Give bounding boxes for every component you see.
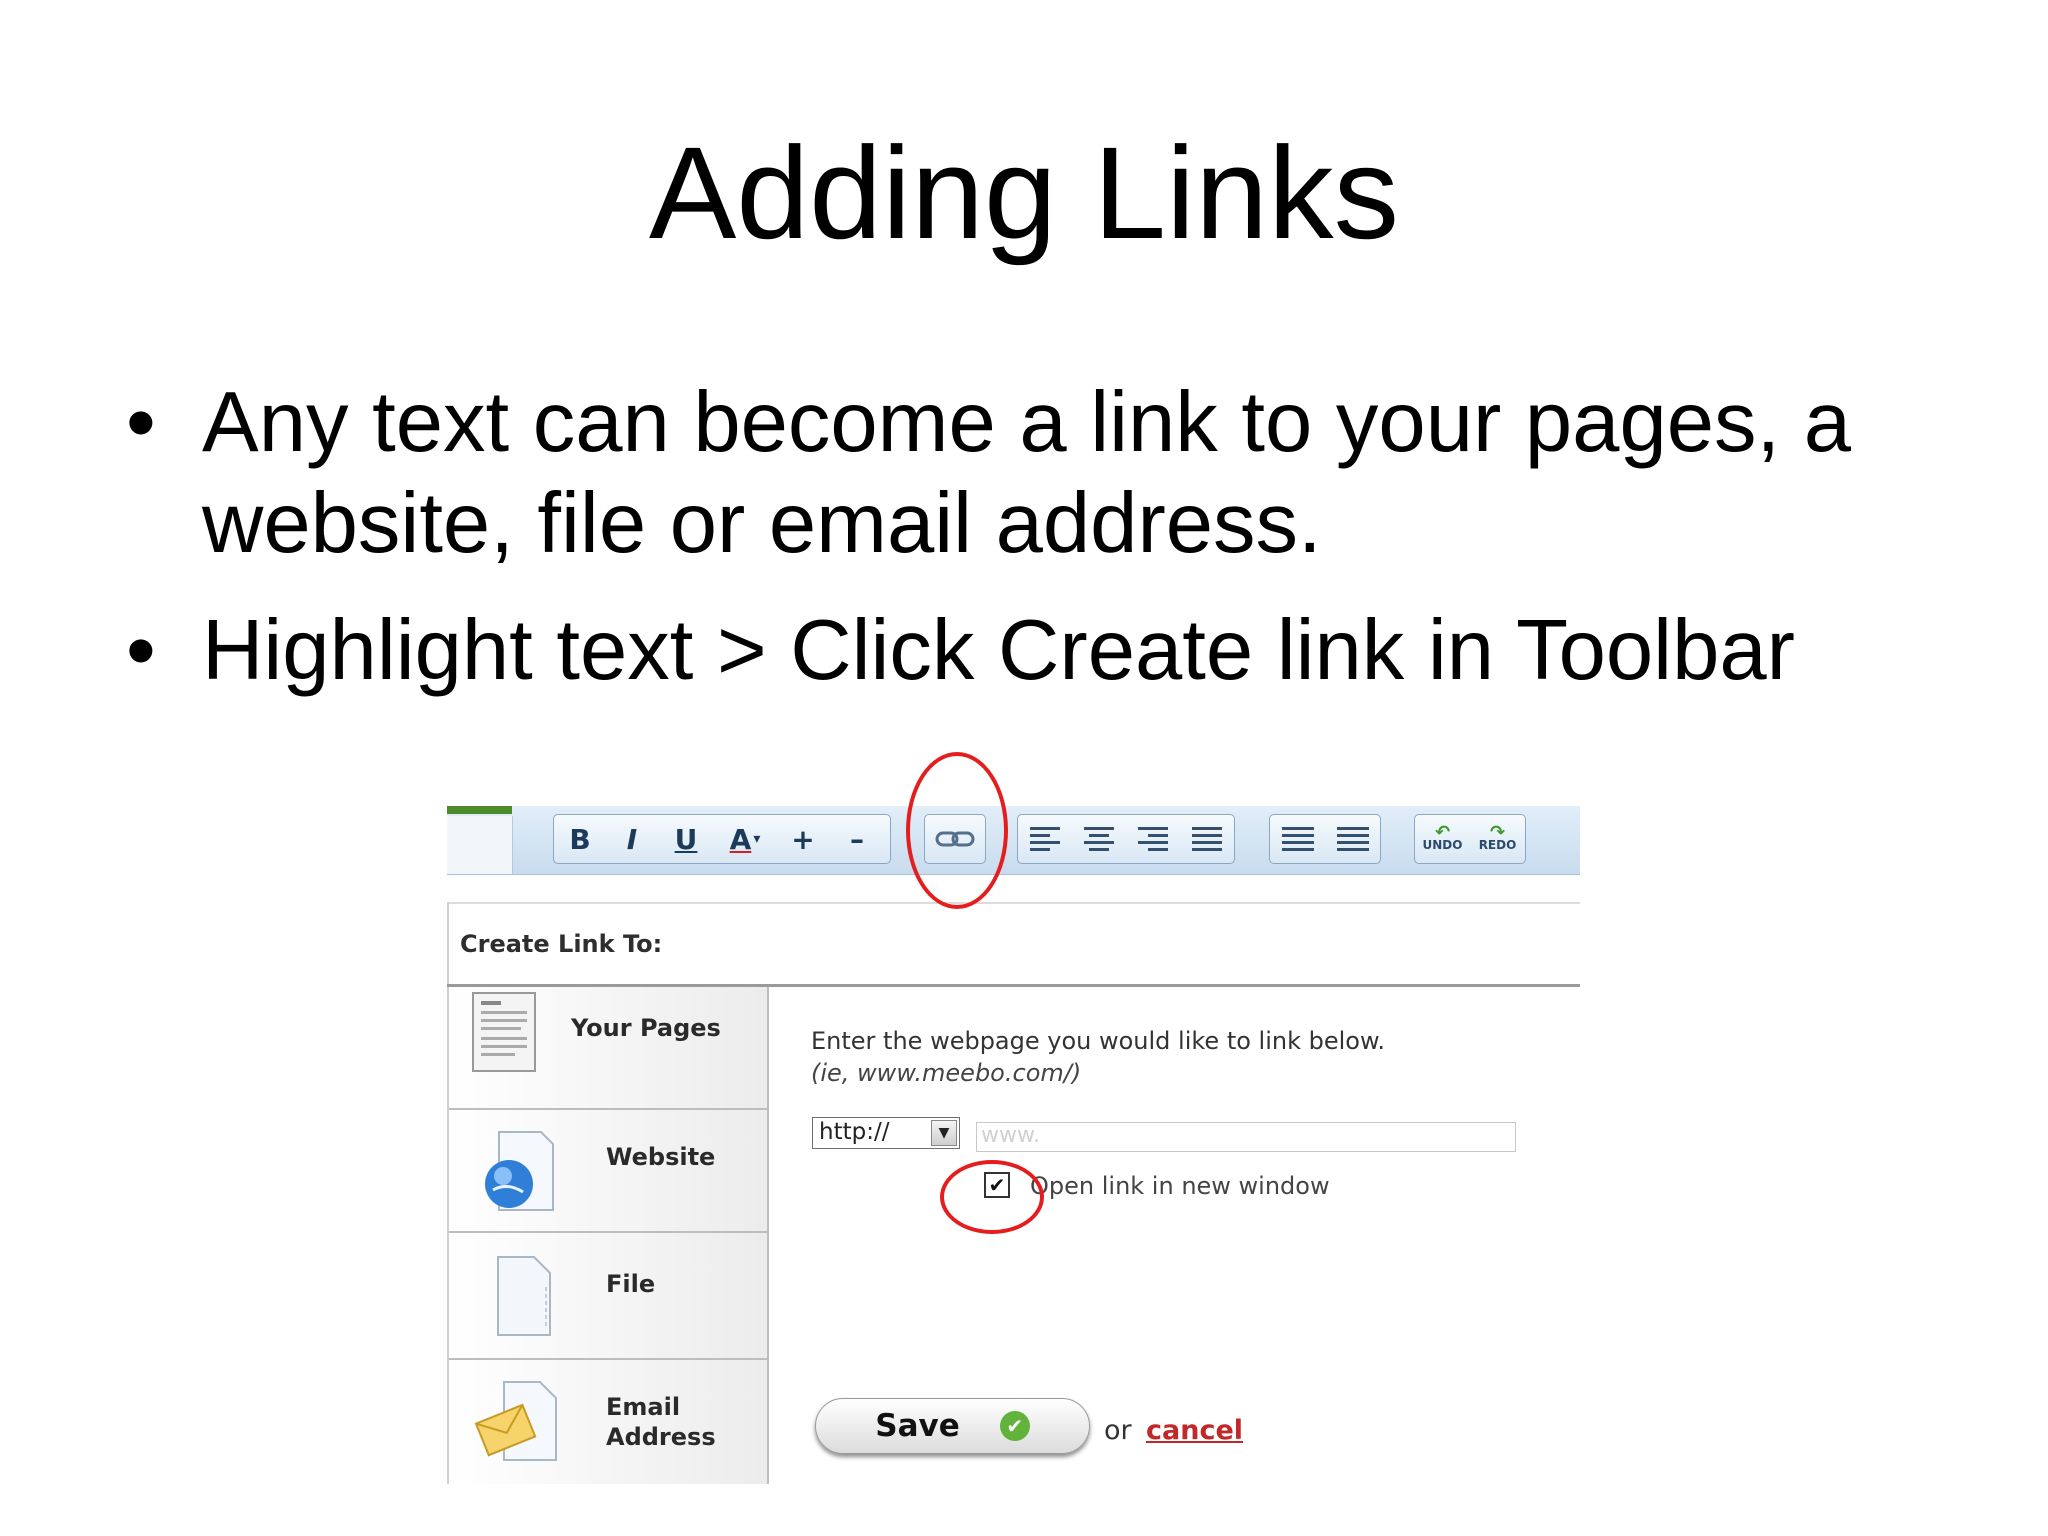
option-file[interactable]: File <box>449 1233 769 1360</box>
option-label: Email Address <box>606 1393 716 1451</box>
undo-label: UNDO <box>1422 838 1463 852</box>
align-right-button[interactable] <box>1126 816 1180 862</box>
check-icon: ✔ <box>999 1411 1030 1441</box>
redo-label: REDO <box>1478 838 1517 852</box>
align-left-button[interactable] <box>1018 816 1072 862</box>
highlight-ring-checkbox <box>940 1160 1044 1234</box>
bullet-list-icon <box>1281 827 1314 851</box>
numbered-list-icon <box>1336 827 1369 851</box>
option-label: File <box>606 1270 656 1298</box>
align-right-icon <box>1138 827 1168 851</box>
protocol-value: http:// <box>819 1119 890 1145</box>
chevron-down-icon: ▾ <box>753 831 761 847</box>
slide-title: Adding Links <box>648 119 1400 266</box>
option-email-address[interactable]: Email Address <box>449 1360 769 1484</box>
option-your-pages[interactable]: Your Pages <box>449 987 769 1110</box>
list-button-group <box>1269 814 1381 864</box>
toolbar-green-stripe <box>447 806 512 814</box>
dialog-heading: Create Link To: <box>460 930 663 958</box>
bullet-list-button[interactable] <box>1270 816 1325 862</box>
chevron-down-icon: ▼ <box>931 1120 957 1146</box>
history-button-group: ↶ UNDO ↷ REDO <box>1414 814 1526 864</box>
option-website[interactable]: Website <box>449 1110 769 1233</box>
save-button[interactable]: Save ✔ <box>815 1398 1090 1454</box>
example-text: (ie, www.meebo.com/) <box>811 1059 1082 1087</box>
new-window-label: Open link in new window <box>1030 1172 1330 1200</box>
link-instructions: Enter the webpage you would like to link… <box>811 1025 1385 1089</box>
align-left-icon <box>1030 827 1060 851</box>
align-center-icon <box>1084 827 1114 851</box>
option-label: Your Pages <box>571 1014 721 1042</box>
bullet-list: • Any text can become a link to your pag… <box>118 372 1998 727</box>
option-label: Website <box>606 1143 716 1171</box>
increase-size-button[interactable]: + <box>776 816 830 862</box>
highlight-ring-link-button <box>906 752 1008 909</box>
document-icon <box>472 992 536 1072</box>
save-label: Save <box>875 1408 960 1444</box>
justify-icon <box>1192 827 1222 851</box>
bold-button[interactable]: B <box>554 816 606 862</box>
cancel-link[interactable]: cancel <box>1146 1415 1243 1446</box>
alignment-button-group <box>1017 814 1235 864</box>
bullet-text: Any text can become a link to your pages… <box>202 375 1851 571</box>
italic-button[interactable]: I <box>606 816 658 862</box>
numbered-list-button[interactable] <box>1325 816 1380 862</box>
bullet-item: • Any text can become a link to your pag… <box>118 372 1998 574</box>
justify-button[interactable] <box>1180 816 1234 862</box>
file-icon <box>497 1256 551 1336</box>
align-center-button[interactable] <box>1072 816 1126 862</box>
font-color-letter: A <box>729 822 752 856</box>
format-button-group: B I U A ▾ + – <box>553 814 891 864</box>
bullet-text: Highlight text > Click Create link in To… <box>202 603 1795 698</box>
globe-icon <box>485 1131 554 1211</box>
instruction-text: Enter the webpage you would like to link… <box>811 1027 1386 1055</box>
or-text: or <box>1104 1415 1132 1446</box>
bullet-marker: • <box>126 603 156 698</box>
dialog-top-divider <box>447 902 1580 904</box>
font-color-button[interactable]: A ▾ <box>714 816 776 862</box>
bullet-marker: • <box>126 375 156 470</box>
underline-button[interactable]: U <box>658 816 714 862</box>
decrease-size-button[interactable]: – <box>830 816 884 862</box>
protocol-select[interactable]: http:// ▼ <box>812 1117 960 1149</box>
undo-button[interactable]: ↶ UNDO <box>1415 816 1470 862</box>
toolbar-left-edge <box>447 816 513 874</box>
envelope-icon <box>474 1381 557 1461</box>
redo-button[interactable]: ↷ REDO <box>1470 816 1525 862</box>
bullet-item: • Highlight text > Click Create link in … <box>118 600 1998 701</box>
url-input[interactable]: www. <box>976 1122 1516 1152</box>
